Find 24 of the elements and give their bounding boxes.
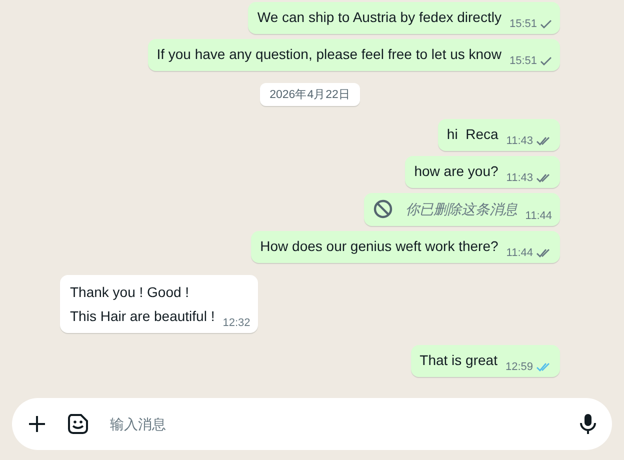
message-text: This Hair are beautiful ! bbox=[70, 307, 215, 326]
message-text: We can ship to Austria by fedex directly bbox=[257, 8, 502, 27]
message-text: hi Reca bbox=[446, 125, 498, 144]
message-bar[interactable]: 输入消息 bbox=[12, 398, 612, 450]
message-input[interactable]: 输入消息 bbox=[108, 415, 560, 433]
message-text: How does our genius weft work there? bbox=[260, 237, 498, 256]
sticker-button[interactable] bbox=[66, 412, 90, 436]
message-time: 11:43 bbox=[506, 135, 533, 147]
microphone-button[interactable] bbox=[578, 412, 598, 436]
message-time: 15:51 bbox=[509, 55, 537, 67]
message-text: 你已删除这条消息 bbox=[405, 200, 518, 219]
blocked-icon bbox=[373, 199, 394, 219]
message-time: 12:59 bbox=[505, 361, 533, 373]
date-pill: 2026年4月22日 bbox=[260, 83, 360, 106]
message-text: If you have any question, please feel free to let us know bbox=[156, 45, 502, 64]
message-text: That is great bbox=[420, 351, 498, 370]
message-text: Thank you ! Good ! bbox=[70, 283, 190, 302]
message-text: how are you? bbox=[414, 162, 498, 181]
message-time: 11:44 bbox=[525, 210, 552, 222]
add-button[interactable] bbox=[26, 413, 48, 435]
message-time: 11:44 bbox=[506, 247, 533, 259]
message-time: 11:43 bbox=[506, 172, 533, 184]
message-time: 12:32 bbox=[222, 317, 250, 329]
message-time: 15:51 bbox=[509, 18, 537, 30]
